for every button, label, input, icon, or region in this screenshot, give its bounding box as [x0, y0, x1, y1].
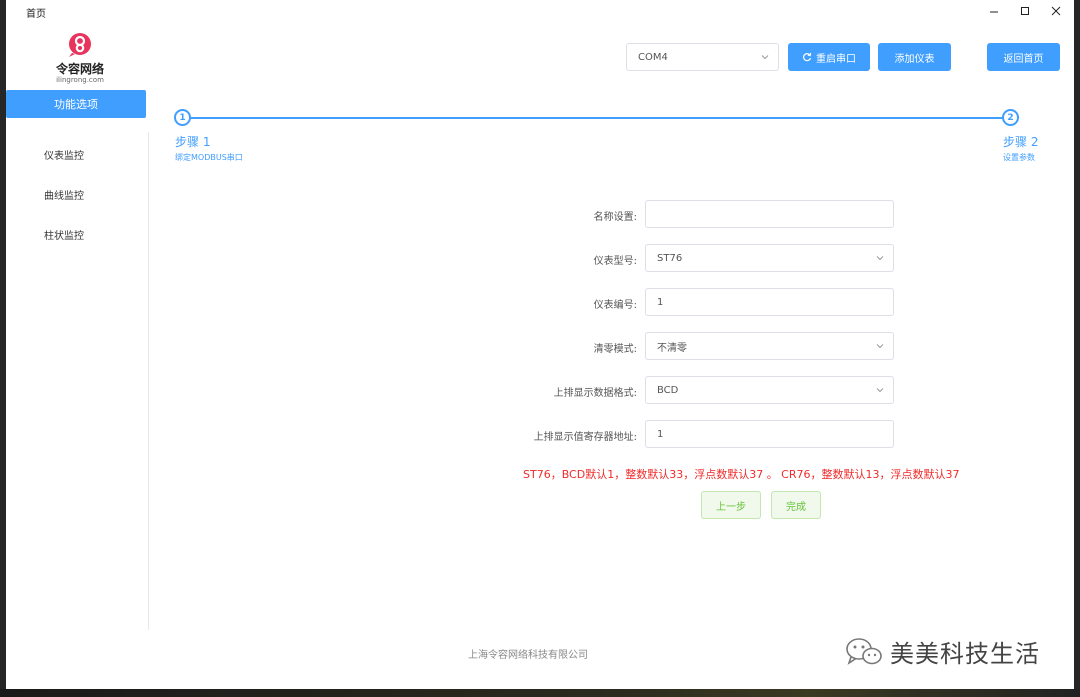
- model-select[interactable]: ST76: [645, 244, 894, 272]
- meter-number-input[interactable]: 1: [645, 288, 894, 316]
- data-format-value: BCD: [657, 384, 679, 396]
- steps-progress-line: [189, 117, 1005, 119]
- finish-button[interactable]: 完成: [771, 491, 821, 519]
- close-icon: [1051, 6, 1061, 16]
- refresh-icon: [803, 52, 812, 62]
- sidebar-item-features[interactable]: 功能选项: [6, 90, 146, 118]
- register-address-input[interactable]: 1: [645, 420, 894, 448]
- meter-number-value: 1: [657, 296, 664, 308]
- data-format-label: 上排显示数据格式:: [553, 388, 637, 399]
- data-format-select[interactable]: BCD: [645, 376, 894, 404]
- name-input[interactable]: [645, 200, 894, 228]
- name-label: 名称设置:: [593, 212, 637, 223]
- title-bar: 首页: [6, 0, 1074, 22]
- desktop-right-strip: [1074, 0, 1080, 697]
- chevron-down-icon: [876, 388, 884, 393]
- port-select[interactable]: COM4: [626, 43, 779, 71]
- wechat-icon: [846, 637, 882, 665]
- step-1-circle: 1: [174, 109, 191, 126]
- app-window: 首页 令容网络 ilingrong.com 功能选项 仪表监控 曲线监控 柱状监…: [6, 0, 1074, 689]
- register-address-label: 上排显示值寄存器地址:: [533, 432, 637, 443]
- logo-brand-text: 令容网络: [55, 62, 104, 76]
- close-button[interactable]: [1041, 0, 1071, 22]
- sidebar-divider: [148, 132, 149, 630]
- maximize-button[interactable]: [1010, 0, 1040, 22]
- chevron-down-icon: [761, 55, 769, 60]
- step-2-desc: 设置参数: [1003, 153, 1035, 162]
- watermark-text: 美美科技生活: [890, 640, 1040, 668]
- add-meter-button[interactable]: 添加仪表: [878, 43, 951, 71]
- meter-number-label: 仪表编号:: [593, 300, 637, 311]
- step-1-title: 步骤 1: [175, 135, 211, 149]
- default-values-hint: ST76，BCD默认1，整数默认33，浮点数默认37 。 CR76，整数默认13…: [523, 468, 960, 481]
- home-button[interactable]: 返回首页: [987, 43, 1060, 71]
- chevron-down-icon: [876, 344, 884, 349]
- logo: 令容网络 ilingrong.com: [52, 32, 108, 84]
- footer-company: 上海令容网络科技有限公司: [468, 650, 588, 661]
- clear-mode-label: 清零模式:: [593, 344, 637, 355]
- minimize-button[interactable]: [979, 0, 1009, 22]
- clear-mode-value: 不清零: [657, 342, 687, 354]
- sidebar-item-bar-monitor[interactable]: 柱状监控: [44, 227, 84, 242]
- clear-mode-select[interactable]: 不清零: [645, 332, 894, 360]
- model-label: 仪表型号:: [593, 256, 637, 267]
- register-address-value: 1: [657, 428, 664, 440]
- port-select-value: COM4: [638, 51, 668, 63]
- step-1-desc: 绑定MODBUS串口: [175, 153, 243, 162]
- window-title: 首页: [26, 9, 46, 20]
- sidebar-item-meter-monitor[interactable]: 仪表监控: [44, 147, 84, 162]
- minimize-icon: [990, 11, 998, 13]
- chevron-down-icon: [876, 256, 884, 261]
- desktop-bottom-strip: [0, 689, 1080, 697]
- step-2-title: 步骤 2: [1003, 135, 1039, 149]
- logo-icon: [69, 33, 91, 57]
- watermark: 美美科技生活: [844, 634, 1040, 669]
- logo-subtext: ilingrong.com: [56, 76, 104, 84]
- maximize-icon: [1021, 7, 1029, 15]
- restart-port-label: 重启串口: [816, 53, 856, 65]
- restart-port-button[interactable]: 重启串口: [788, 43, 870, 71]
- model-select-value: ST76: [657, 252, 683, 264]
- sidebar-item-curve-monitor[interactable]: 曲线监控: [44, 187, 84, 202]
- previous-step-button[interactable]: 上一步: [701, 491, 761, 519]
- step-2-circle: 2: [1002, 109, 1019, 126]
